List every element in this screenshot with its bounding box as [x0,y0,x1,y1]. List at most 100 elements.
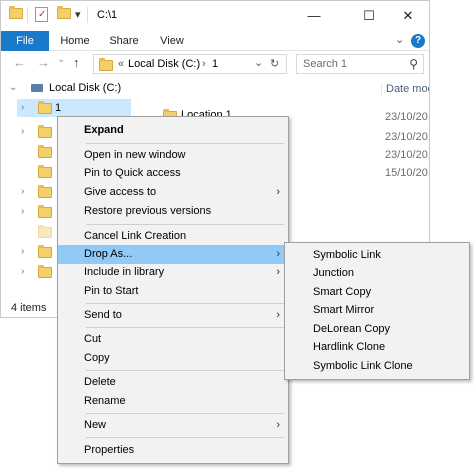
file-date: 23/10/2016 [385,111,429,123]
menu-item-cut[interactable]: Cut [58,330,288,349]
chevron-right-icon: › [276,309,280,321]
folder-icon[interactable] [9,6,23,24]
menu-separator [86,370,284,371]
forward-button[interactable]: → [37,55,50,70]
menu-item-label: Include in library [84,266,165,278]
menu-item-label: Send to [84,309,122,321]
window-title: C:\1 [97,9,118,21]
chevron-right-icon: › [276,186,280,198]
menu-item-delete[interactable]: Delete [58,373,288,392]
menu-item-pin-start[interactable]: Pin to Start [58,282,288,301]
chevron-right-icon[interactable]: › [21,263,24,281]
address-segment-folder[interactable]: 1 [212,58,218,70]
folder-icon [38,125,52,138]
submenu-item-delorean-copy[interactable]: DeLorean Copy [285,320,469,339]
status-bar-count: 4 items [11,302,47,314]
close-button[interactable]: ✕ [385,1,431,31]
menu-item-restore-versions[interactable]: Restore previous versions [58,202,288,221]
search-icon: ⚲ [409,57,418,71]
chevron-down-icon[interactable]: ⌄ [9,79,17,97]
drive-icon [31,84,43,92]
submenu-item-hardlink-clone[interactable]: Hardlink Clone [285,338,469,357]
drop-as-submenu: Symbolic Link Junction Smart Copy Smart … [284,242,470,380]
submenu-item-smart-copy[interactable]: Smart Copy [285,283,469,302]
new-folder-icon[interactable] [57,6,71,24]
search-placeholder: Search 1 [303,58,348,70]
menu-item-expand[interactable]: Expand [58,121,288,140]
menu-item-label: Give access to [84,186,157,198]
menu-item-drop-as[interactable]: Drop As... › [58,245,288,264]
menu-item-open-new-window[interactable]: Open in new window [58,146,288,165]
menu-item-new[interactable]: New › [58,416,288,435]
chevron-right-icon[interactable]: › [21,243,24,261]
menu-item-label: New [84,419,107,431]
file-date: 23/10/2016 [385,149,429,161]
folder-icon [38,245,52,258]
menu-separator [86,303,284,304]
menu-item-include-library[interactable]: Include in library › [58,263,288,282]
help-icon[interactable]: ? [411,34,425,48]
refresh-icon[interactable]: ↻ [270,57,279,70]
chevron-right-icon: › [276,419,280,431]
submenu-item-symbolic-link-clone[interactable]: Symbolic Link Clone [285,357,469,376]
chevron-right-icon[interactable]: › [21,203,24,221]
tree-item-local-disk[interactable]: ⌄ Local Disk (C:) [1,79,141,97]
title-bar[interactable]: ✓ ▾ C:\1 — ☐ ✕ [1,1,429,31]
address-overflow[interactable]: « [118,58,124,70]
tab-file[interactable]: File [1,31,49,51]
tree-item-label: Local Disk (C:) [49,82,122,94]
menu-item-pin-quick-access[interactable]: Pin to Quick access [58,164,288,183]
folder-icon [38,145,52,158]
address-dropdown-icon[interactable]: ⌄ [254,56,263,69]
menu-separator [86,224,284,225]
divider [87,7,88,23]
menu-item-copy[interactable]: Copy [58,349,288,368]
folder-icon [38,225,52,238]
tab-home[interactable]: Home [57,31,93,51]
address-segment-drive[interactable]: Local Disk (C:) [128,58,200,70]
address-bar[interactable]: « Local Disk (C:) › 1 ⌄ ↻ [93,54,287,74]
menu-separator [86,437,284,438]
ribbon-expand-icon[interactable]: ⌄ [395,33,404,46]
recent-locations-icon[interactable]: ⌄ [57,54,65,65]
quick-access-dropdown-icon[interactable]: ▾ [75,8,81,21]
tab-view[interactable]: View [155,31,189,51]
chevron-right-icon[interactable]: › [21,183,24,201]
file-date: 15/10/2016 [385,167,429,179]
chevron-right-icon: › [276,248,280,260]
folder-icon [38,101,52,114]
folder-icon [99,58,113,71]
up-button[interactable]: ↑ [73,55,80,70]
tab-share[interactable]: Share [105,31,143,51]
search-input[interactable]: Search 1 ⚲ [296,54,424,74]
properties-check-icon[interactable]: ✓ [35,7,48,22]
menu-item-send-to[interactable]: Send to › [58,306,288,325]
menu-item-properties[interactable]: Properties [58,441,288,460]
submenu-item-smart-mirror[interactable]: Smart Mirror [285,301,469,320]
menu-item-rename[interactable]: Rename [58,392,288,411]
submenu-item-symbolic-link[interactable]: Symbolic Link [285,246,469,265]
column-header-date[interactable]: Date modified [381,83,429,95]
file-date: 23/10/2016 [385,131,429,143]
folder-icon [38,165,52,178]
menu-item-give-access[interactable]: Give access to › [58,183,288,202]
context-menu: Expand Open in new window Pin to Quick a… [57,116,289,464]
tree-item-label: 1 [55,102,62,114]
submenu-item-junction[interactable]: Junction [285,264,469,283]
chevron-right-icon[interactable]: › [21,123,24,141]
folder-icon [38,185,52,198]
menu-separator [86,413,284,414]
menu-item-label: Drop As... [84,248,133,260]
back-button[interactable]: ← [13,55,26,70]
address-separator[interactable]: › [202,58,206,70]
divider [27,7,28,23]
menu-separator [86,327,284,328]
menu-item-cancel-link-creation[interactable]: Cancel Link Creation [58,227,288,246]
chevron-right-icon[interactable]: › [21,99,24,117]
folder-icon [38,205,52,218]
menu-separator [86,143,284,144]
ribbon-tabs: File Home Share View ⌄ ? [1,31,429,51]
minimize-button[interactable]: — [291,1,337,31]
tree-item-folder-1[interactable]: › 1 [17,99,131,117]
address-row: ← → ⌄ ↑ « Local Disk (C:) › 1 ⌄ ↻ Search… [1,52,429,76]
